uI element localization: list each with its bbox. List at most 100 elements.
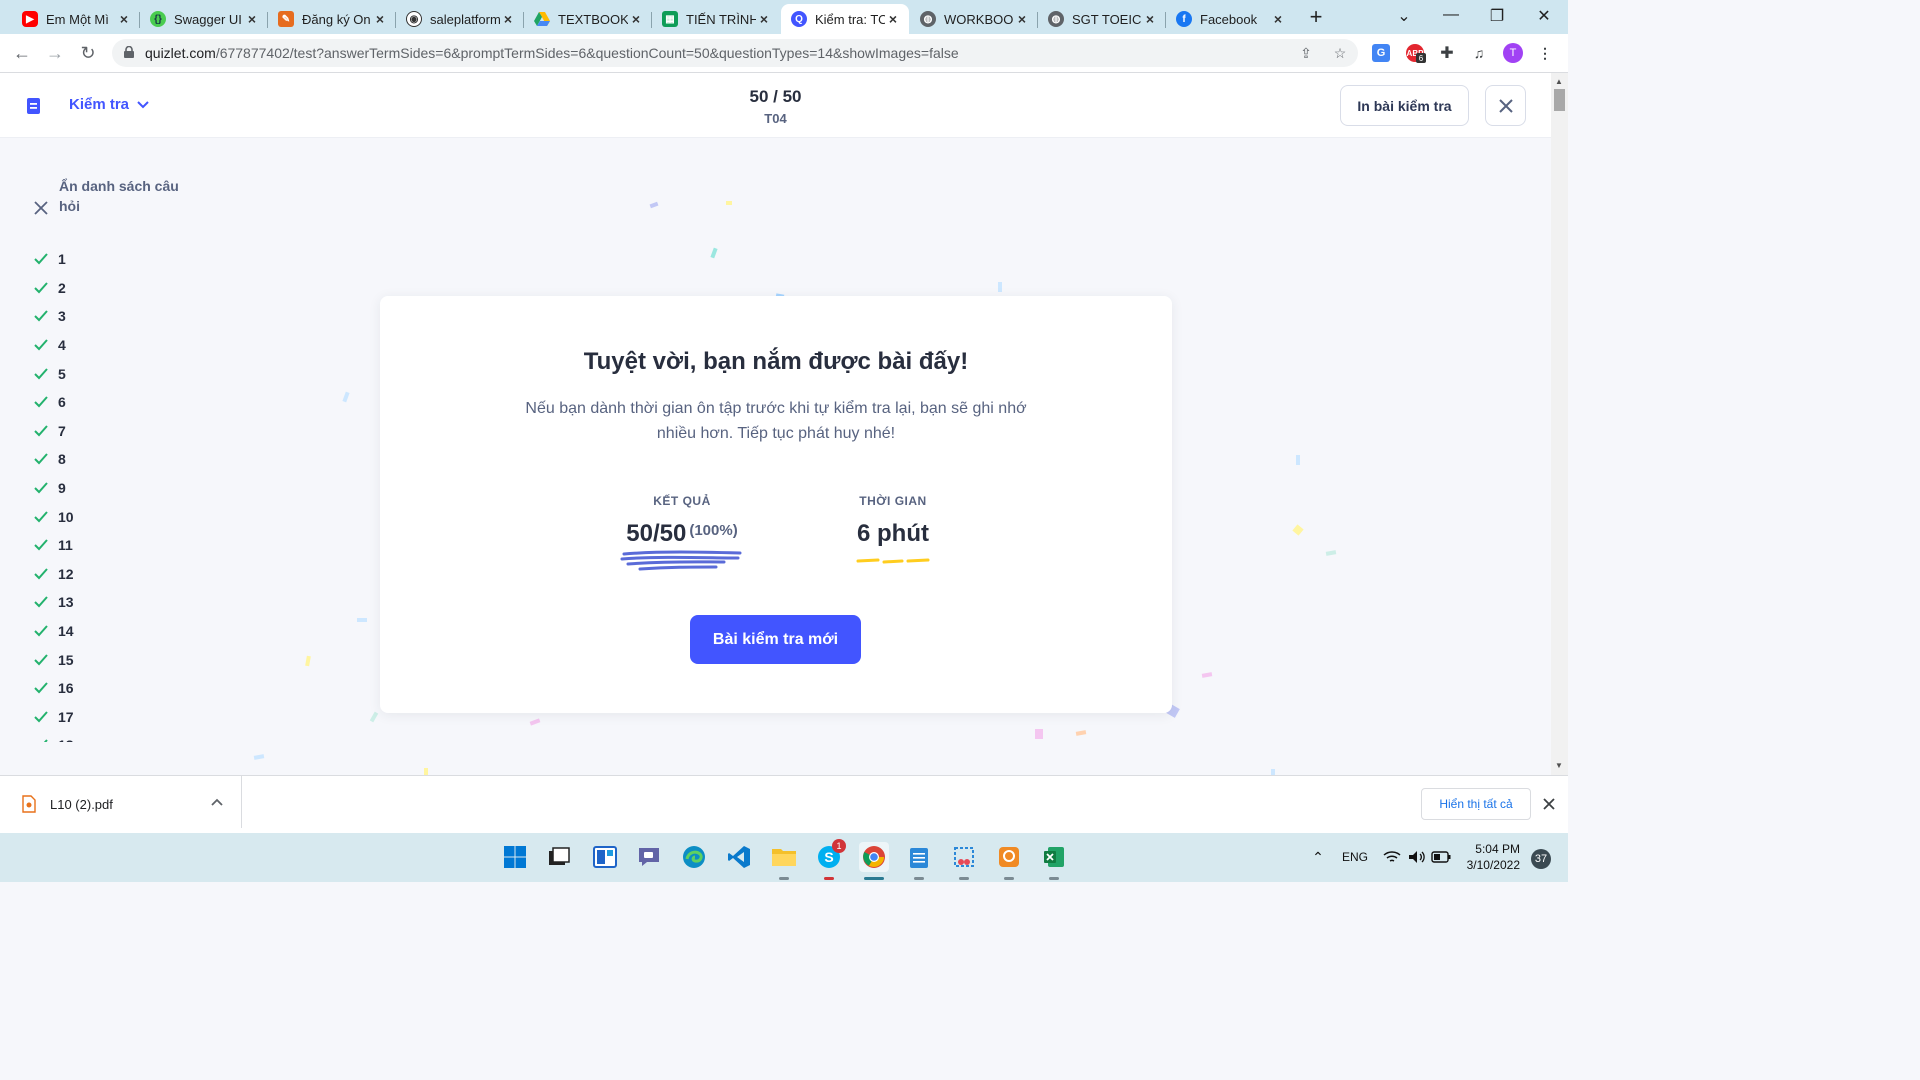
notepad-icon[interactable] <box>904 842 934 872</box>
scroll-down-icon[interactable]: ▼ <box>1555 761 1563 770</box>
close-icon[interactable]: × <box>756 11 772 27</box>
file-explorer-icon[interactable] <box>769 842 799 872</box>
close-icon[interactable]: × <box>500 11 516 27</box>
windows-start-icon[interactable] <box>500 842 530 872</box>
tab-quizlet-active[interactable]: Q Kiểm tra: TO × <box>781 4 909 34</box>
clock[interactable]: 5:04 PM 3/10/2022 <box>1460 841 1520 873</box>
tab-title: Đăng ký On <box>302 11 371 27</box>
question-item[interactable]: 18 <box>34 731 154 742</box>
tab-register[interactable]: ✎ Đăng ký On × <box>268 4 396 34</box>
close-icon[interactable]: × <box>1270 11 1286 27</box>
task-view-icon[interactable] <box>544 842 574 872</box>
question-item[interactable]: 2 <box>34 274 154 303</box>
question-item[interactable]: 1 <box>34 245 154 274</box>
snipping-tool-icon[interactable] <box>949 842 979 872</box>
result-card: Tuyệt vời, bạn nắm được bài đấy! Nếu bạn… <box>380 296 1172 713</box>
show-all-downloads-button[interactable]: Hiển thị tất cả <box>1421 788 1531 820</box>
check-icon <box>34 339 48 351</box>
notification-center-badge[interactable]: 37 <box>1531 849 1551 869</box>
close-icon[interactable]: × <box>116 11 132 27</box>
browser-menu-icon[interactable]: ⋮ <box>1535 43 1555 63</box>
new-tab-button[interactable]: + <box>1304 6 1328 28</box>
question-item[interactable]: 9 <box>34 474 154 503</box>
forward-icon[interactable]: → <box>44 42 66 64</box>
score-value: 50/50 (100%) <box>626 520 738 547</box>
battery-icon[interactable] <box>1426 842 1456 872</box>
translate-icon[interactable]: G <box>1371 43 1391 63</box>
tab-github[interactable]: ◉ saleplatform × <box>396 4 524 34</box>
excel-icon[interactable] <box>1039 842 1069 872</box>
close-icon[interactable]: × <box>1142 11 1158 27</box>
reload-icon[interactable]: ↻ <box>77 42 99 64</box>
close-icon[interactable]: × <box>372 11 388 27</box>
skype-icon[interactable]: S 1 <box>814 839 846 872</box>
close-test-button[interactable] <box>1485 85 1526 126</box>
chrome-icon[interactable] <box>859 842 889 872</box>
result-title: Tuyệt vời, bạn nắm được bài đấy! <box>583 348 969 375</box>
tab-swagger[interactable]: {} Swagger UI × <box>140 4 268 34</box>
media-queue-icon[interactable]: ♫ <box>1469 43 1489 63</box>
new-test-button[interactable]: Bài kiểm tra mới <box>690 615 861 664</box>
restore-button[interactable]: ❐ <box>1482 6 1512 26</box>
widgets-icon[interactable] <box>590 842 620 872</box>
question-item[interactable]: 8 <box>34 445 154 474</box>
close-icon[interactable] <box>1541 796 1557 812</box>
browser-tab-bar: ▶ Em Một Mì × {} Swagger UI × ✎ Đăng ký … <box>0 0 1568 34</box>
close-icon[interactable]: × <box>1014 11 1030 27</box>
question-item[interactable]: 3 <box>34 302 154 331</box>
close-icon[interactable]: × <box>628 11 644 27</box>
tab-toeic[interactable]: ◍ SGT TOEIC × <box>1038 4 1166 34</box>
question-item[interactable]: 15 <box>34 645 154 674</box>
tab-workbook[interactable]: ◍ WORKBOOK × <box>910 4 1038 34</box>
tab-sheets[interactable]: ▦ TIẾN TRÌNH × <box>652 4 780 34</box>
tab-title: Em Một Mì <box>46 11 109 27</box>
question-item[interactable]: 7 <box>34 417 154 446</box>
confetti-piece <box>529 718 541 726</box>
scroll-thumb[interactable] <box>1554 89 1565 111</box>
question-item[interactable]: 13 <box>34 588 154 617</box>
tab-youtube[interactable]: ▶ Em Một Mì × <box>12 4 140 34</box>
download-item[interactable]: L10 (2).pdf <box>0 776 242 828</box>
minimize-button[interactable]: — <box>1436 6 1466 24</box>
question-item[interactable]: 16 <box>34 674 154 703</box>
input-language[interactable]: ENG <box>1342 850 1368 864</box>
question-item[interactable]: 10 <box>34 502 154 531</box>
question-item[interactable]: 17 <box>34 703 154 732</box>
question-item[interactable]: 4 <box>34 331 154 360</box>
avatar[interactable]: T <box>1503 43 1523 63</box>
question-item[interactable]: 6 <box>34 388 154 417</box>
confetti-piece <box>649 201 659 209</box>
question-item[interactable]: 14 <box>34 617 154 646</box>
vscode-icon[interactable] <box>724 842 754 872</box>
question-item[interactable]: 12 <box>34 560 154 589</box>
extensions-puzzle-icon[interactable]: ✚ <box>1437 43 1457 63</box>
tab-drive[interactable]: TEXTBOOKS × <box>524 4 652 34</box>
page-scrollbar[interactable]: ▲ ▼ <box>1551 73 1568 775</box>
question-item[interactable]: 11 <box>34 531 154 560</box>
share-icon[interactable]: ⇪ <box>1296 43 1316 63</box>
confetti-piece <box>1075 730 1087 736</box>
print-test-button[interactable]: In bài kiểm tra <box>1340 85 1469 126</box>
clock-time: 5:04 PM <box>1475 842 1520 856</box>
tab-facebook[interactable]: f Facebook × <box>1166 4 1294 34</box>
tab-search-icon[interactable]: ⌄ <box>1389 6 1419 26</box>
question-number: 7 <box>58 422 66 439</box>
pdf-reader-icon[interactable] <box>994 842 1024 872</box>
result-message: Nếu bạn dành thời gian ôn tập trước khi … <box>525 400 1027 442</box>
close-window-button[interactable]: ✕ <box>1529 6 1559 26</box>
scroll-up-icon[interactable]: ▲ <box>1555 77 1563 86</box>
check-icon <box>34 482 48 494</box>
windows-taskbar: S 1 ⌃ ENG 5:04 PM 3/10/2022 37 <box>0 833 1568 882</box>
question-number: 6 <box>58 394 66 411</box>
close-icon[interactable]: × <box>885 11 901 27</box>
adblock-icon[interactable]: ABP 6 <box>1405 43 1426 63</box>
chevron-up-icon[interactable] <box>210 796 224 810</box>
back-icon[interactable]: ← <box>11 42 33 64</box>
bookmark-star-icon[interactable]: ☆ <box>1330 43 1350 63</box>
teams-chat-icon[interactable] <box>634 842 664 872</box>
close-icon[interactable]: × <box>244 11 260 27</box>
question-item[interactable]: 5 <box>34 359 154 388</box>
show-hidden-icons-icon[interactable]: ⌃ <box>1303 842 1333 872</box>
edge-browser-icon[interactable] <box>679 842 709 872</box>
url-input[interactable]: quizlet.com/677877402/test?answerTermSid… <box>112 39 1358 67</box>
